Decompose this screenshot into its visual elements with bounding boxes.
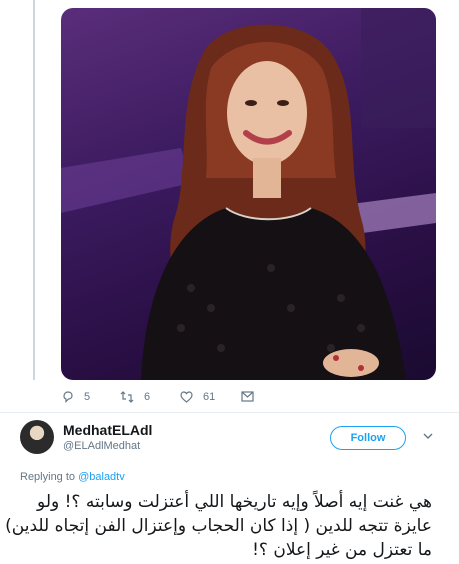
follow-button[interactable]: Follow: [330, 426, 406, 450]
reply-tweet-text: هي غنت إيه أصلاً وإيه تاريخها اللي أعتزل…: [0, 490, 432, 562]
replying-to-label: Replying to: [20, 471, 79, 483]
reply-action[interactable]: 5: [62, 391, 90, 403]
tweet-text-line: عايزة تتجه للدين ( إذا كان الحجاب وإعتزا…: [5, 516, 432, 536]
like-action[interactable]: 61: [180, 391, 215, 403]
user-handle[interactable]: @ELAdlMedhat: [63, 440, 140, 452]
like-icon: [180, 391, 193, 403]
retweet-count: 6: [144, 391, 151, 403]
reply-icon: [63, 391, 73, 403]
user-display-name[interactable]: MedhatELAdl: [63, 422, 152, 438]
message-icon: [241, 391, 254, 402]
reply-count: 5: [84, 391, 91, 403]
chevron-down-icon[interactable]: [423, 433, 433, 440]
replying-to-mention[interactable]: @baladtv: [78, 471, 125, 483]
tweet-photo[interactable]: [61, 8, 436, 380]
avatar[interactable]: [20, 420, 54, 454]
tweet-text-line: ما تعتزل من غير إعلان ؟!: [252, 540, 432, 560]
retweet-action[interactable]: 6: [120, 391, 150, 403]
direct-message-action[interactable]: [241, 391, 254, 402]
tweet-divider: [0, 412, 459, 413]
tweet-text-line: هي غنت إيه أصلاً وإيه تاريخها اللي أعتزل…: [37, 492, 432, 512]
photo-illustration: [61, 8, 436, 380]
retweet-icon: [120, 391, 134, 403]
replying-to-context: Replying to @baladtv: [20, 471, 125, 483]
like-count: 61: [203, 391, 216, 403]
thread-connector-line: [33, 0, 35, 380]
